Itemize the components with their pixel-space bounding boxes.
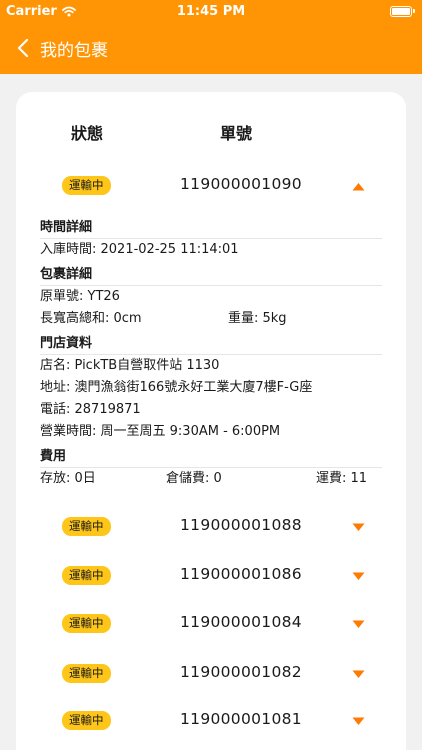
page-title: 我的包裹 bbox=[40, 40, 108, 61]
shipping-fee: 運費: 11 bbox=[316, 471, 368, 486]
expand-toggle[interactable] bbox=[350, 521, 366, 533]
caret-down-icon bbox=[352, 670, 364, 678]
table-header: 狀態 單號 bbox=[16, 120, 406, 143]
caret-down-icon bbox=[352, 523, 364, 531]
chevron-left-icon bbox=[17, 38, 29, 58]
parcel-details: 時間詳細 入庫時間: 2021-02-25 11:14:01 包裹詳細 原單號:… bbox=[40, 218, 382, 490]
status-column-header: 狀態 bbox=[71, 124, 104, 143]
parcel-row[interactable]: 運輸中 119000001088 bbox=[16, 513, 406, 541]
caret-down-icon bbox=[352, 620, 364, 628]
tracking-number: 119000001090 bbox=[180, 175, 302, 193]
warehouse-fee: 倉儲費: 0 bbox=[166, 471, 222, 486]
expand-toggle[interactable] bbox=[350, 570, 366, 582]
battery-icon bbox=[390, 6, 415, 17]
store-hours: 營業時間: 周一至周五 9:30AM - 6:00PM bbox=[40, 424, 281, 439]
tracking-number: 119000001084 bbox=[180, 613, 302, 631]
store-phone: 電話: 28719871 bbox=[40, 402, 141, 417]
caret-down-icon bbox=[352, 572, 364, 580]
dimensions: 長寬高總和: 0cm bbox=[40, 311, 142, 326]
tracking-number: 119000001082 bbox=[180, 663, 302, 681]
clock: 11:45 PM bbox=[176, 4, 246, 19]
status-badge: 運輸中 bbox=[62, 566, 111, 585]
expand-toggle[interactable] bbox=[350, 715, 366, 727]
original-number: 原單號: YT26 bbox=[40, 289, 120, 304]
parcel-row[interactable]: 運輸中 119000001082 bbox=[16, 660, 406, 688]
parcel-section-title: 包裹詳細 bbox=[40, 265, 382, 286]
number-column-header: 單號 bbox=[220, 124, 253, 143]
storage-days: 存放: 0日 bbox=[40, 471, 96, 486]
tracking-number: 119000001086 bbox=[180, 565, 302, 583]
status-badge: 運輸中 bbox=[62, 517, 111, 536]
time-section-title: 時間詳細 bbox=[40, 218, 382, 239]
parcel-row-expanded[interactable]: 運輸中 119000001090 bbox=[16, 172, 406, 200]
back-button[interactable] bbox=[6, 32, 40, 64]
nav-bar: 我的包裹 bbox=[0, 32, 422, 64]
store-address: 地址: 澳門漁翁街166號永好工業大廈7樓F-G座 bbox=[40, 380, 313, 395]
store-name: 店名: PickTB自營取件站 1130 bbox=[40, 358, 220, 373]
collapse-toggle[interactable] bbox=[350, 180, 366, 192]
status-bar: Carrier 11:45 PM bbox=[0, 0, 422, 24]
fee-section-title: 費用 bbox=[40, 447, 382, 468]
status-badge: 運輸中 bbox=[62, 664, 111, 683]
tracking-number: 119000001088 bbox=[180, 516, 302, 534]
parcel-list-card: 狀態 單號 運輸中 119000001090 時間詳細 入庫時間: 2021-0… bbox=[16, 92, 406, 750]
parcel-row[interactable]: 運輸中 119000001081 bbox=[16, 707, 406, 735]
caret-down-icon bbox=[352, 717, 364, 725]
inbound-time: 入庫時間: 2021-02-25 11:14:01 bbox=[40, 242, 239, 257]
fee-line: 存放: 0日 倉儲費: 0 運費: 11 bbox=[40, 468, 382, 490]
status-badge: 運輸中 bbox=[62, 176, 111, 195]
expand-toggle[interactable] bbox=[350, 668, 366, 680]
status-badge: 運輸中 bbox=[62, 614, 111, 633]
size-weight-line: 長寬高總和: 0cm 重量: 5kg bbox=[40, 308, 382, 330]
store-section-title: 門店資料 bbox=[40, 334, 382, 355]
parcel-row[interactable]: 運輸中 119000001084 bbox=[16, 610, 406, 638]
expand-toggle[interactable] bbox=[350, 618, 366, 630]
tracking-number: 119000001081 bbox=[180, 710, 302, 728]
top-bar: Carrier 11:45 PM 我的包裹 bbox=[0, 0, 422, 74]
parcel-row[interactable]: 運輸中 119000001086 bbox=[16, 562, 406, 590]
weight: 重量: 5kg bbox=[228, 311, 287, 326]
caret-up-icon bbox=[352, 182, 364, 190]
status-badge: 運輸中 bbox=[62, 711, 111, 730]
app-root: Carrier 11:45 PM 我的包裹 狀態 單號 運輸中 11900000… bbox=[0, 0, 422, 750]
